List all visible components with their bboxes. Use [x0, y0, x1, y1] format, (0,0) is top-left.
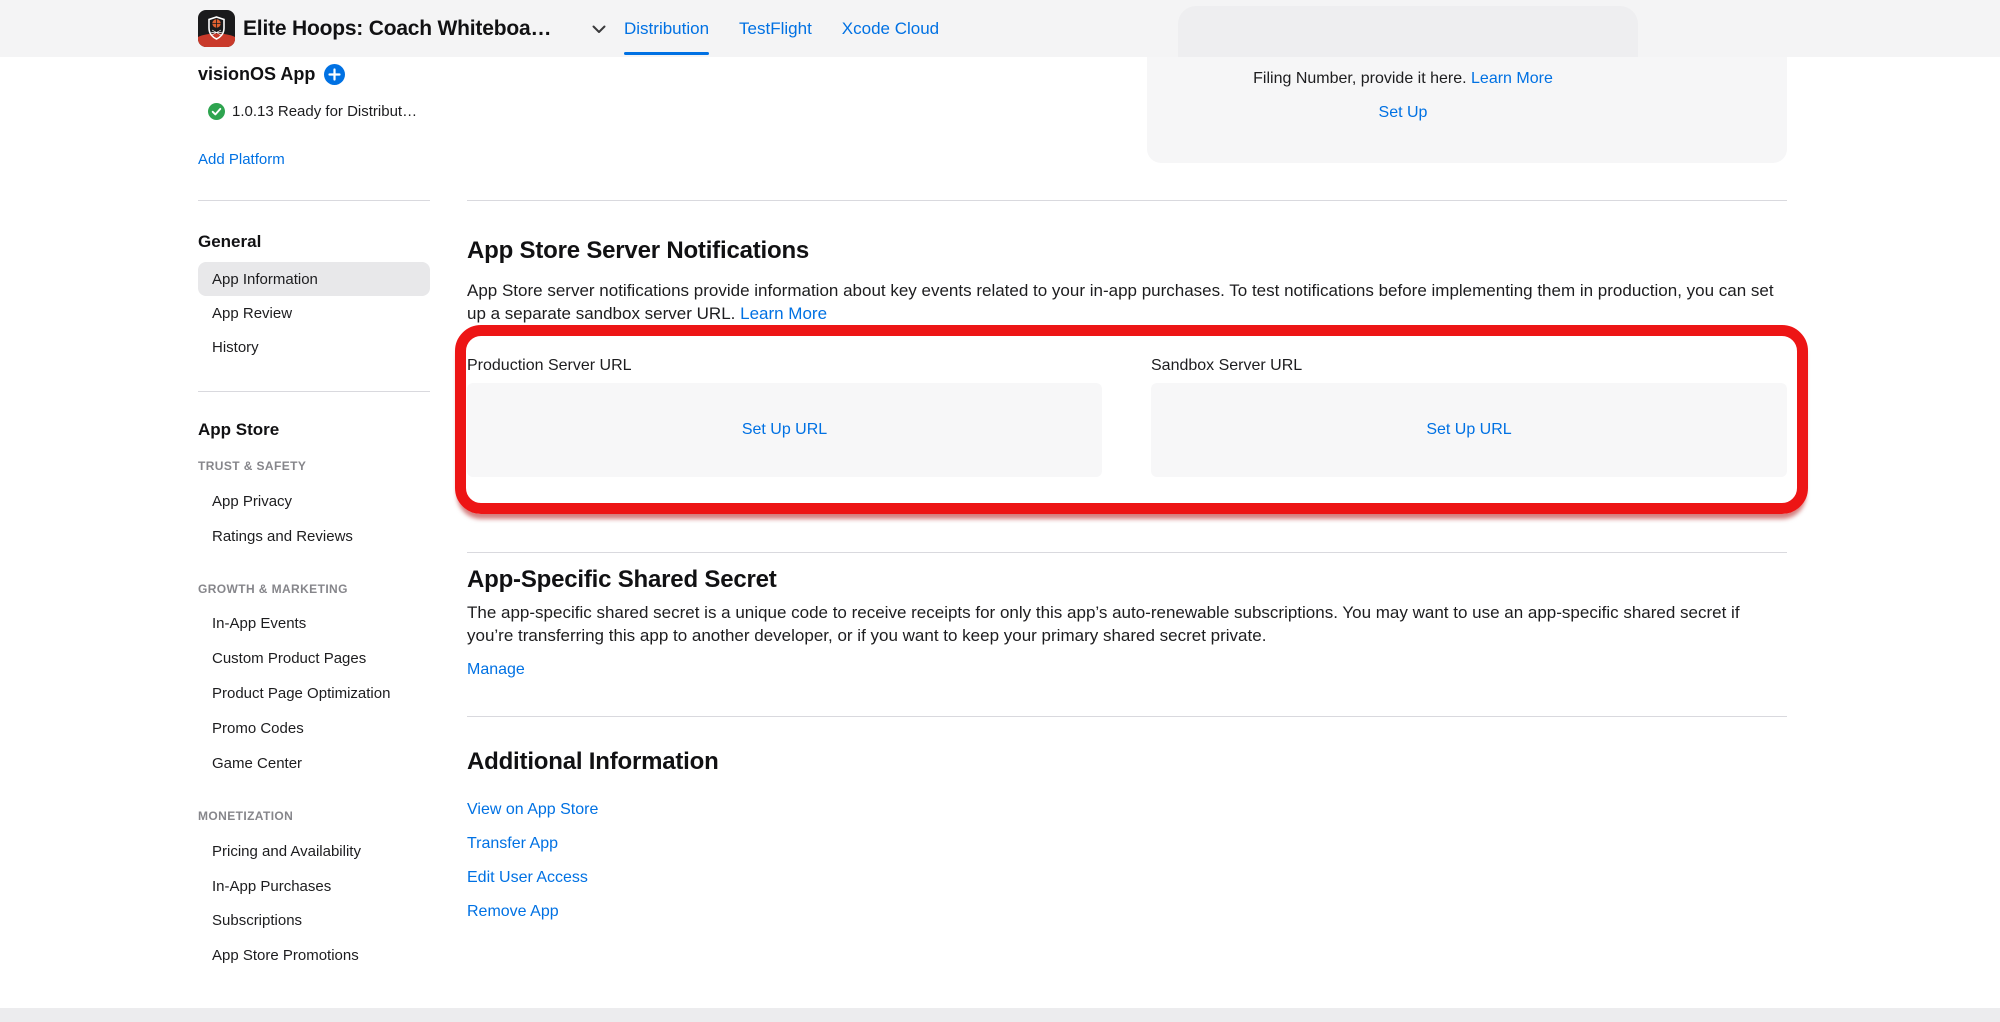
filing-number-card: Filing Number, provide it here. Learn Mo… [1147, 57, 1787, 163]
production-server-url-label: Production Server URL [467, 357, 632, 375]
sidebar-item-promo-codes[interactable]: Promo Codes [198, 711, 430, 745]
divider [198, 391, 430, 392]
ready-check-icon [208, 103, 225, 120]
section-title-shared-secret: App-Specific Shared Secret [467, 566, 777, 594]
top-navigation-bar: Elite Hoops: Coach Whiteboa… Distributio… [0, 0, 2000, 57]
add-platform-link[interactable]: Add Platform [198, 151, 285, 168]
divider [467, 200, 1787, 201]
sidebar-item-pricing-and-availability[interactable]: Pricing and Availability [198, 834, 430, 868]
page: Elite Hoops: Coach Whiteboa… Distributio… [0, 0, 2000, 1022]
divider [198, 200, 430, 201]
tab-distribution[interactable]: Distribution [624, 0, 709, 57]
shared-secret-description: The app-specific shared secret is a uniq… [467, 601, 1787, 647]
edit-user-access-link[interactable]: Edit User Access [467, 869, 588, 886]
version-status: 1.0.13 Ready for Distribut… [232, 103, 417, 120]
divider [467, 552, 1787, 553]
sidebar-item-app-information[interactable]: App Information [198, 262, 430, 296]
footer-bar [0, 1008, 2000, 1022]
category-monetization: MONETIZATION [198, 809, 293, 823]
sidebar-item-history[interactable]: History [198, 330, 430, 364]
sidebar: visionOS App 1.0.13 Ready for Distribut…… [198, 57, 430, 1007]
transfer-app-link[interactable]: Transfer App [467, 835, 558, 852]
sidebar-item-app-privacy[interactable]: App Privacy [198, 484, 430, 518]
remove-app-link[interactable]: Remove App [467, 903, 559, 920]
filing-message: Filing Number, provide it here. [1253, 70, 1466, 87]
tab-testflight[interactable]: TestFlight [739, 0, 812, 57]
app-icon [198, 10, 235, 47]
server-notifications-description-text: App Store server notifications provide i… [467, 281, 1774, 323]
sidebar-item-in-app-purchases[interactable]: In-App Purchases [198, 869, 430, 903]
version-status-row[interactable]: 1.0.13 Ready for Distribut… [208, 103, 417, 120]
section-title-additional-information: Additional Information [467, 748, 719, 776]
platform-heading: visionOS App [198, 64, 315, 85]
filing-learn-more-link[interactable]: Learn More [1471, 70, 1553, 87]
sidebar-item-product-page-optimization[interactable]: Product Page Optimization [198, 676, 430, 710]
server-notifications-description: App Store server notifications provide i… [467, 279, 1787, 325]
server-notifications-learn-more-link[interactable]: Learn More [740, 304, 827, 323]
app-title[interactable]: Elite Hoops: Coach Whiteboa… [243, 0, 551, 57]
sandbox-server-url-label: Sandbox Server URL [1151, 357, 1302, 375]
header-tabs: Distribution TestFlight Xcode Cloud [624, 0, 939, 57]
manage-link[interactable]: Manage [467, 661, 525, 678]
add-version-icon[interactable] [324, 64, 345, 85]
filing-set-up-link[interactable]: Set Up [1379, 104, 1428, 121]
sidebar-item-app-store-promotions[interactable]: App Store Promotions [198, 938, 430, 972]
sidebar-item-app-review[interactable]: App Review [198, 296, 430, 330]
sidebar-heading-general: General [198, 232, 261, 252]
sidebar-item-ratings-and-reviews[interactable]: Ratings and Reviews [198, 519, 430, 553]
divider [467, 716, 1787, 717]
category-growth-marketing: GROWTH & MARKETING [198, 582, 348, 596]
category-trust-safety: TRUST & SAFETY [198, 459, 306, 473]
sidebar-item-game-center[interactable]: Game Center [198, 746, 430, 780]
tab-xcode-cloud[interactable]: Xcode Cloud [842, 0, 939, 57]
sidebar-item-in-app-events[interactable]: In-App Events [198, 606, 430, 640]
sandbox-set-up-url-link[interactable]: Set Up URL [1426, 421, 1511, 439]
sidebar-heading-app-store: App Store [198, 420, 279, 440]
sidebar-item-custom-product-pages[interactable]: Custom Product Pages [198, 641, 430, 675]
chevron-down-icon[interactable] [592, 25, 606, 34]
production-set-up-url-link[interactable]: Set Up URL [742, 421, 827, 439]
filing-card-top-peek [1178, 6, 1638, 57]
section-title-server-notifications: App Store Server Notifications [467, 237, 809, 265]
sidebar-item-subscriptions[interactable]: Subscriptions [198, 903, 430, 937]
filing-message-line: Filing Number, provide it here. Learn Mo… [1147, 70, 1659, 88]
view-on-app-store-link[interactable]: View on App Store [467, 801, 598, 818]
main-content: App Store Server Notifications App Store… [467, 57, 1787, 1017]
sandbox-server-url-card: Set Up URL [1151, 383, 1787, 477]
production-server-url-card: Set Up URL [467, 383, 1102, 477]
